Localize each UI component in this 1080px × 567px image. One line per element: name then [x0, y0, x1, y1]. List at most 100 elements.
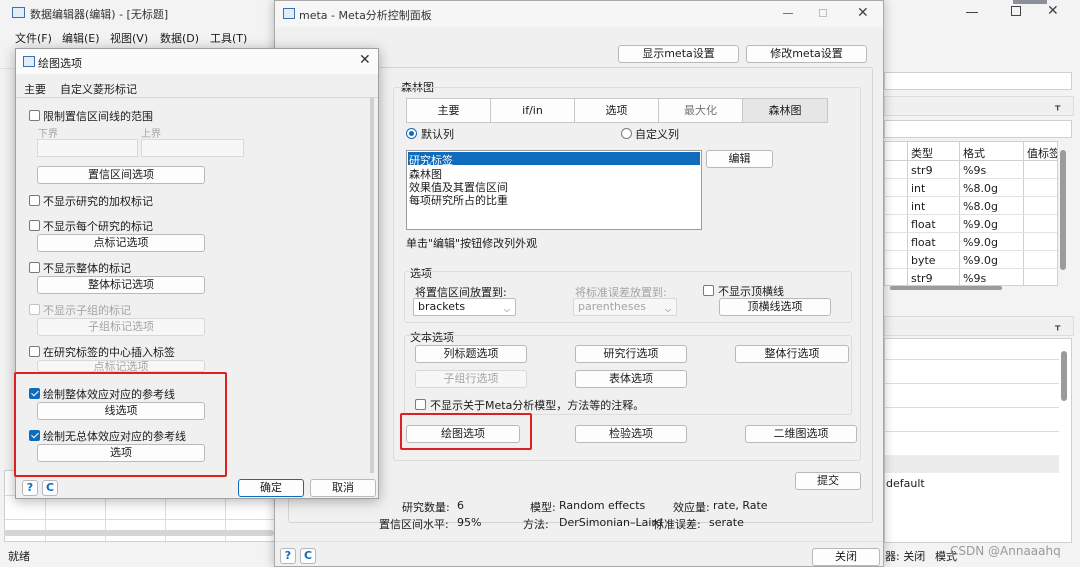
point-marker-options-button[interactable]: 点标记选项 — [37, 234, 205, 252]
no-weight-marker-checkbox[interactable] — [29, 195, 40, 206]
effect-value: rate, Rate — [713, 499, 768, 512]
tray-indicator — [1013, 0, 1047, 4]
table-options-button[interactable]: 表体选项 — [575, 370, 687, 388]
plot-options-dialog: 绘图选项 ✕ 主要 自定义菱形标记 限制置信区间线的范围 下界 上界 置信区间选… — [14, 48, 379, 499]
meta-help-button[interactable]: ? — [280, 548, 296, 564]
list-item-selected[interactable]: 研究标签 — [408, 152, 700, 167]
upper-input[interactable] — [141, 139, 244, 157]
meta-minimize-icon[interactable] — [783, 13, 793, 14]
tab-forest[interactable]: 森林图 — [742, 98, 828, 123]
no-study-marker-checkbox[interactable] — [29, 220, 40, 231]
menu-file[interactable]: 文件(F) — [15, 30, 52, 46]
tab-options[interactable]: 选项 — [574, 98, 659, 123]
lower-input[interactable] — [37, 139, 138, 157]
menu-data[interactable]: 数据(D) — [160, 30, 199, 46]
tab-maximize[interactable]: 最大化 — [658, 98, 743, 123]
table-row[interactable]: float %9.0g — [885, 215, 1057, 233]
plot-title: 绘图选项 — [38, 57, 82, 70]
overall-marker-options-button[interactable]: 整体标记选项 — [37, 276, 205, 294]
twoway-options-button[interactable]: 二维图选项 — [745, 425, 857, 443]
table-row[interactable]: int %8.0g — [885, 197, 1057, 215]
ok-button[interactable]: 确定 — [238, 479, 304, 497]
se-value: serate — [709, 516, 744, 529]
radio-custom-columns[interactable] — [621, 128, 632, 139]
test-options-button[interactable]: 检验选项 — [575, 425, 687, 443]
table-row[interactable]: str9 %9s — [885, 269, 1057, 285]
subgroup-row-options-button[interactable]: 子组行选项 — [415, 370, 527, 388]
no-overall-marker-checkbox[interactable] — [29, 262, 40, 273]
se-place-value: parentheses — [578, 300, 647, 313]
ci-place-select[interactable]: brackets ⌵ — [413, 298, 516, 316]
no-subgroup-marker-checkbox[interactable] — [29, 304, 40, 315]
close-icon[interactable]: ✕ — [1047, 3, 1059, 19]
menu-tools[interactable]: 工具(T) — [210, 30, 247, 46]
method-label: 方法: — [523, 518, 549, 531]
status-right-1: 器: 关闭 — [885, 550, 926, 563]
status-text: 就绪 — [8, 550, 30, 563]
meta-close-icon[interactable]: ✕ — [857, 5, 869, 21]
plot-app-icon — [23, 56, 35, 67]
se-place-select[interactable]: parentheses ⌵ — [573, 298, 677, 316]
no-top-line-checkbox[interactable] — [703, 285, 714, 296]
submit-button[interactable]: 提交 — [795, 472, 861, 490]
tab-main[interactable]: 主要 — [406, 98, 491, 123]
tab-custom-diamond[interactable]: 自定义菱形标记 — [60, 81, 137, 97]
props-list-band — [885, 455, 1059, 473]
cell-type: int — [911, 182, 926, 195]
tab-if-in[interactable]: if/in — [490, 98, 575, 123]
no-model-note-label: 不显示关于Meta分析模型，方法等的注释。 — [430, 399, 645, 412]
horizontal-scrollbar[interactable] — [4, 530, 274, 536]
pin-icon-2[interactable]: ᚁ — [1055, 319, 1060, 332]
radio-default-columns[interactable] — [406, 128, 417, 139]
limit-ci-checkbox[interactable] — [29, 110, 40, 121]
variables-scrollbar[interactable] — [1060, 150, 1066, 270]
watermark: CSDN @Annaaahq — [950, 544, 1061, 558]
meta-maximize-icon[interactable] — [819, 9, 827, 17]
right-search-box[interactable] — [884, 72, 1072, 90]
n-studies-value: 6 — [457, 499, 464, 512]
menu-edit[interactable]: 编辑(E) — [62, 30, 100, 46]
plot-reset-button[interactable]: C — [42, 480, 58, 496]
modify-meta-settings-button[interactable]: 修改meta设置 — [746, 45, 867, 63]
pin-icon[interactable]: ᚁ — [1055, 99, 1060, 112]
plot-close-icon[interactable]: ✕ — [359, 52, 371, 68]
table-row[interactable]: byte %9.0g — [885, 251, 1057, 269]
meta-title: meta - Meta分析控制面板 — [299, 9, 432, 22]
limit-ci-label: 限制置信区间线的范围 — [43, 110, 153, 123]
ref-lines-highlight — [14, 372, 227, 477]
menu-view[interactable]: 视图(V) — [110, 30, 148, 46]
overall-row-options-button[interactable]: 整体行选项 — [735, 345, 849, 363]
plot-help-button[interactable]: ? — [22, 480, 38, 496]
meta-reset-button[interactable]: C — [300, 548, 316, 564]
edit-hint: 单击"编辑"按钮修改列外观 — [406, 237, 538, 250]
properties-search[interactable] — [884, 120, 1072, 138]
table-row[interactable]: str9 %9s — [885, 161, 1057, 179]
show-meta-settings-button[interactable]: 显示meta设置 — [618, 45, 739, 63]
table-row[interactable]: float %9.0g — [885, 233, 1057, 251]
cell-type: float — [911, 236, 936, 249]
props-list: default — [884, 338, 1072, 543]
table-row[interactable]: int %8.0g — [885, 179, 1057, 197]
edit-button[interactable]: 编辑 — [706, 150, 773, 168]
col-title-options-button[interactable]: 列标题选项 — [415, 345, 527, 363]
columns-listbox[interactable]: 研究标签 森林图 效果值及其置信区间 每项研究所占的比重 — [406, 150, 702, 230]
subgroup-marker-options-button[interactable]: 子组标记选项 — [37, 318, 205, 336]
minimize-icon[interactable] — [966, 12, 978, 13]
cancel-button[interactable]: 取消 — [310, 479, 376, 497]
meta-footer — [275, 541, 883, 567]
center-point-marker-options-button[interactable]: 点标记选项 — [37, 360, 205, 372]
meta-close-button[interactable]: 关闭 — [812, 548, 880, 566]
maximize-icon[interactable] — [1011, 6, 1021, 16]
no-overall-marker-label: 不显示整体的标记 — [43, 262, 131, 275]
properties-pane-header: ᚁ — [884, 96, 1074, 116]
insert-center-label-checkbox[interactable] — [29, 346, 40, 357]
variables-hscrollbar[interactable] — [890, 286, 1002, 290]
top-line-options-button[interactable]: 顶横线选项 — [719, 298, 831, 316]
tab-plot-main[interactable]: 主要 — [24, 81, 46, 97]
list-item[interactable]: 每项研究所占的比重 — [409, 192, 508, 208]
props-scrollbar[interactable] — [1061, 351, 1067, 401]
cell-format: %9.0g — [963, 218, 998, 231]
no-model-note-checkbox[interactable] — [415, 399, 426, 410]
ci-line-options-button[interactable]: 置信区间选项 — [37, 166, 205, 184]
study-row-options-button[interactable]: 研究行选项 — [575, 345, 687, 363]
